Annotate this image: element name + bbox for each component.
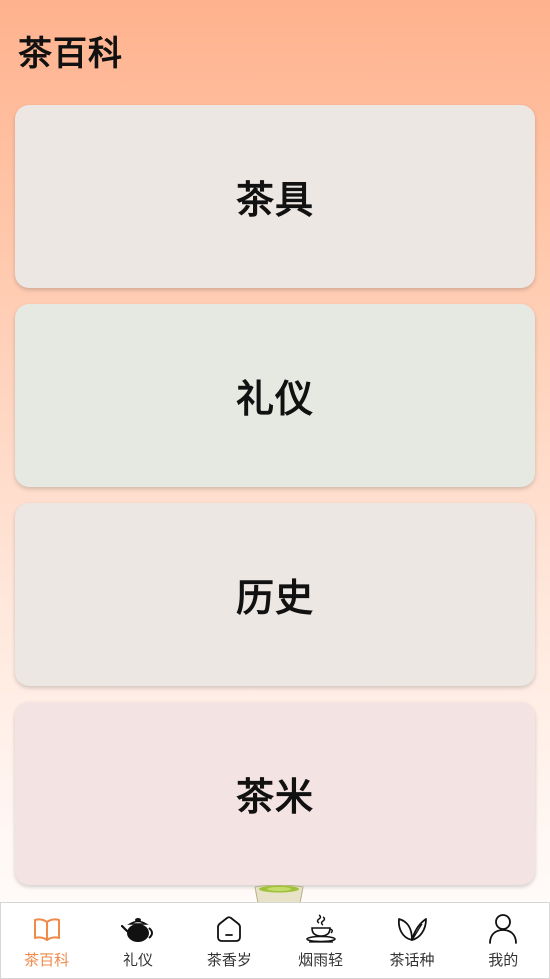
- card-etiquette[interactable]: 礼仪: [15, 304, 535, 487]
- user-icon: [486, 912, 520, 946]
- category-card-list: 茶具 礼仪 历史 茶米: [15, 105, 535, 901]
- tab-label: 茶百科: [24, 951, 70, 969]
- tab-label: 茶话种: [389, 951, 435, 969]
- steaming-tea-icon: [304, 912, 338, 946]
- teapot-icon: [120, 912, 155, 946]
- card-tea-rice[interactable]: 茶米: [15, 702, 535, 885]
- card-label: 历史: [235, 576, 314, 620]
- tab-etiquette[interactable]: 礼仪: [92, 903, 183, 978]
- card-label: 茶米: [235, 775, 314, 819]
- card-history[interactable]: 历史: [15, 503, 535, 686]
- tab-label: 茶香岁: [206, 951, 252, 969]
- leaf-icon: [395, 912, 429, 946]
- card-label: 茶具: [235, 178, 314, 222]
- book-icon: [30, 912, 64, 946]
- tab-tea-fragrance[interactable]: 茶香岁: [184, 903, 275, 978]
- tab-label: 礼仪: [122, 951, 153, 969]
- teacup-icon: [254, 885, 304, 903]
- tab-misty-rain[interactable]: 烟雨轻: [275, 903, 366, 978]
- card-label: 礼仪: [235, 377, 314, 421]
- tab-label: 我的: [488, 951, 519, 969]
- tab-tea-encyclopedia[interactable]: 茶百科: [1, 903, 92, 978]
- bottom-tab-bar: 茶百科 礼仪 茶香岁 烟雨轻 茶话种 我的: [0, 902, 550, 979]
- card-tea-utensils[interactable]: 茶具: [15, 105, 535, 288]
- tab-label: 烟雨轻: [298, 951, 344, 969]
- home-icon: [212, 912, 246, 946]
- tab-tea-talk[interactable]: 茶话种: [366, 903, 457, 978]
- page-title: 茶百科: [18, 34, 123, 74]
- tab-profile[interactable]: 我的: [458, 903, 549, 978]
